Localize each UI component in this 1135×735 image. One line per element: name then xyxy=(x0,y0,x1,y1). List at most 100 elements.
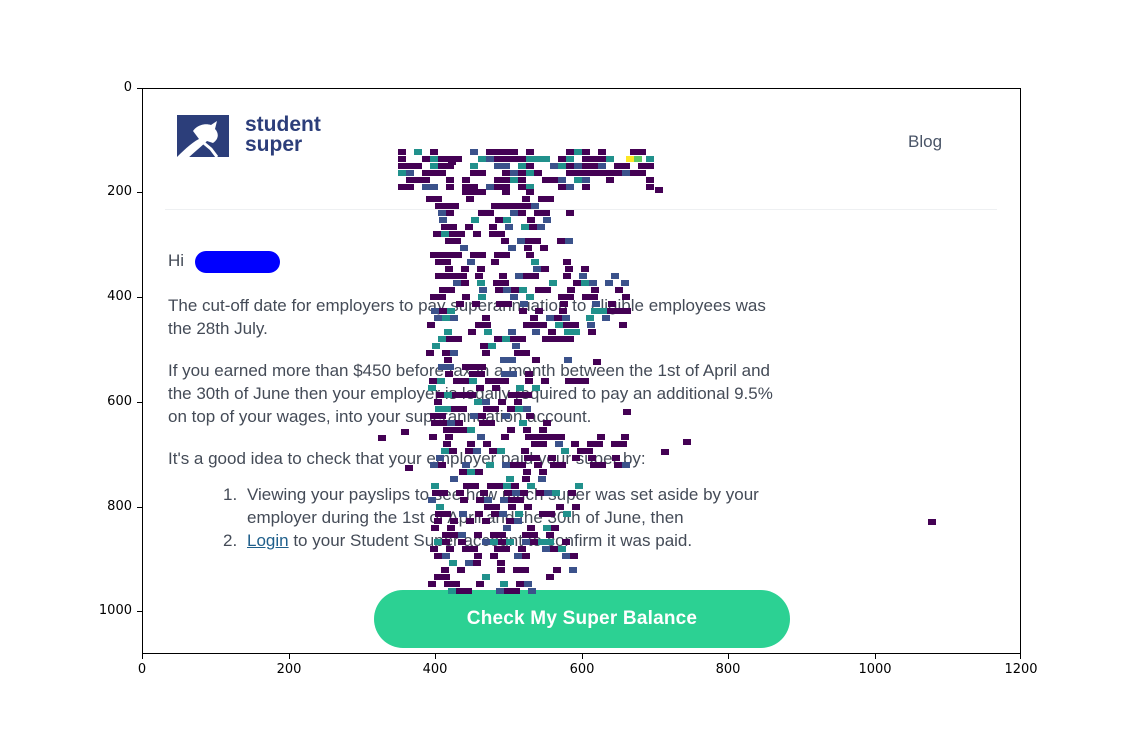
overlay-cell xyxy=(434,553,442,559)
overlay-cell xyxy=(406,163,414,169)
overlay-cell xyxy=(406,170,414,176)
overlay-cell xyxy=(646,156,654,162)
overlay-cell xyxy=(471,217,479,223)
paragraph-line: the 28th July. xyxy=(168,319,268,338)
overlay-cell xyxy=(630,149,638,155)
overlay-cell xyxy=(486,149,494,155)
plot-axes: student super Blog Hi The cut-off date f… xyxy=(142,88,1021,654)
list-item: 1. Viewing your payslips to see how much … xyxy=(223,483,759,506)
login-link[interactable]: Login xyxy=(247,531,289,550)
y-tick-label: 1000 xyxy=(98,603,132,618)
overlay-cell xyxy=(441,231,449,237)
overlay-cell xyxy=(606,170,614,176)
overlay-cell xyxy=(569,567,577,573)
x-tick-label: 1000 xyxy=(858,662,892,677)
overlay-cell xyxy=(446,177,454,183)
overlay-cell xyxy=(542,210,550,216)
list-text: to your Student Super account to confirm… xyxy=(288,531,693,550)
overlay-cell xyxy=(526,156,534,162)
overlay-cell xyxy=(398,156,406,162)
overlay-cell xyxy=(525,434,533,440)
overlay-cell xyxy=(446,184,454,190)
overlay-cell xyxy=(582,149,590,155)
list-item: 2. Login to your Student Super account to… xyxy=(223,529,759,552)
overlay-cell xyxy=(502,163,510,169)
overlay-cell xyxy=(462,177,470,183)
overlay-cell xyxy=(646,177,654,183)
overlay-cell xyxy=(581,280,589,286)
overlay-cell xyxy=(478,189,486,195)
overlay-cell xyxy=(566,184,574,190)
greeting: Hi xyxy=(168,251,185,270)
overlay-cell xyxy=(502,184,510,190)
overlay-cell xyxy=(438,170,446,176)
overlay-cell xyxy=(634,156,642,162)
check-super-balance-button[interactable]: Check My Super Balance xyxy=(374,590,790,648)
x-tick-mark xyxy=(1020,654,1021,659)
overlay-cell xyxy=(549,280,557,286)
overlay-cell xyxy=(457,567,465,573)
overlay-cell xyxy=(522,476,530,482)
overlay-cell xyxy=(446,210,454,216)
blog-link[interactable]: Blog xyxy=(908,132,942,152)
overlay-cell xyxy=(558,177,566,183)
overlay-cell xyxy=(406,177,414,183)
overlay-cell xyxy=(461,280,469,286)
overlay-cell xyxy=(501,238,509,244)
paragraph-earnings: If you earned more than $450 before tax … xyxy=(168,359,773,428)
overlay-cell xyxy=(449,231,457,237)
overlay-cell xyxy=(478,156,486,162)
overlay-cell xyxy=(430,252,438,258)
overlay-cell xyxy=(574,170,582,176)
y-tick-label: 400 xyxy=(107,289,132,304)
overlay-cell xyxy=(495,217,503,223)
overlay-cell xyxy=(426,196,434,202)
overlay-cell xyxy=(566,170,574,176)
overlay-cell xyxy=(538,196,546,202)
overlay-cell xyxy=(534,156,542,162)
overlay-cell xyxy=(473,560,481,566)
overlay-cell xyxy=(518,156,526,162)
overlay-cell xyxy=(574,149,582,155)
overlay-cell xyxy=(465,560,473,566)
brand-line-2: super xyxy=(245,133,303,156)
overlay-cell xyxy=(443,259,451,265)
overlay-cell xyxy=(522,553,530,559)
paragraph-line: The cut-off date for employers to pay su… xyxy=(168,296,766,315)
overlay-cell xyxy=(565,266,573,272)
paragraph-cutoff: The cut-off date for employers to pay su… xyxy=(168,294,766,340)
overlay-cell xyxy=(525,238,533,244)
steps-list: 1. Viewing your payslips to see how much … xyxy=(223,483,759,552)
overlay-cell xyxy=(502,177,510,183)
overlay-cell xyxy=(494,149,502,155)
overlay-cell xyxy=(562,553,570,559)
overlay-cell xyxy=(478,170,486,176)
overlay-cell xyxy=(514,350,522,356)
overlay-cell xyxy=(526,149,534,155)
overlay-cell xyxy=(661,449,669,455)
overlay-cell xyxy=(622,170,630,176)
overlay-cell xyxy=(490,553,498,559)
overlay-cell xyxy=(451,273,459,279)
overlay-cell xyxy=(511,287,519,293)
y-tick-label: 0 xyxy=(123,80,132,95)
overlay-cell xyxy=(450,476,458,482)
overlay-cell xyxy=(582,163,590,169)
overlay-cell xyxy=(450,350,458,356)
overlay-cell xyxy=(398,163,406,169)
overlay-cell xyxy=(446,252,454,258)
overlay-cell xyxy=(533,434,541,440)
overlay-cell xyxy=(476,581,484,587)
overlay-cell xyxy=(510,177,518,183)
overlay-cell xyxy=(505,224,513,230)
overlay-cell xyxy=(510,210,518,216)
overlay-cell xyxy=(467,259,475,265)
overlay-cell xyxy=(540,245,548,251)
overlay-cell xyxy=(590,163,598,169)
overlay-cell xyxy=(518,184,526,190)
overlay-cell xyxy=(543,287,551,293)
overlay-cell xyxy=(534,170,542,176)
overlay-cell xyxy=(533,266,541,272)
overlay-cell xyxy=(506,476,514,482)
list-text: Viewing your payslips to see how much su… xyxy=(247,485,759,504)
